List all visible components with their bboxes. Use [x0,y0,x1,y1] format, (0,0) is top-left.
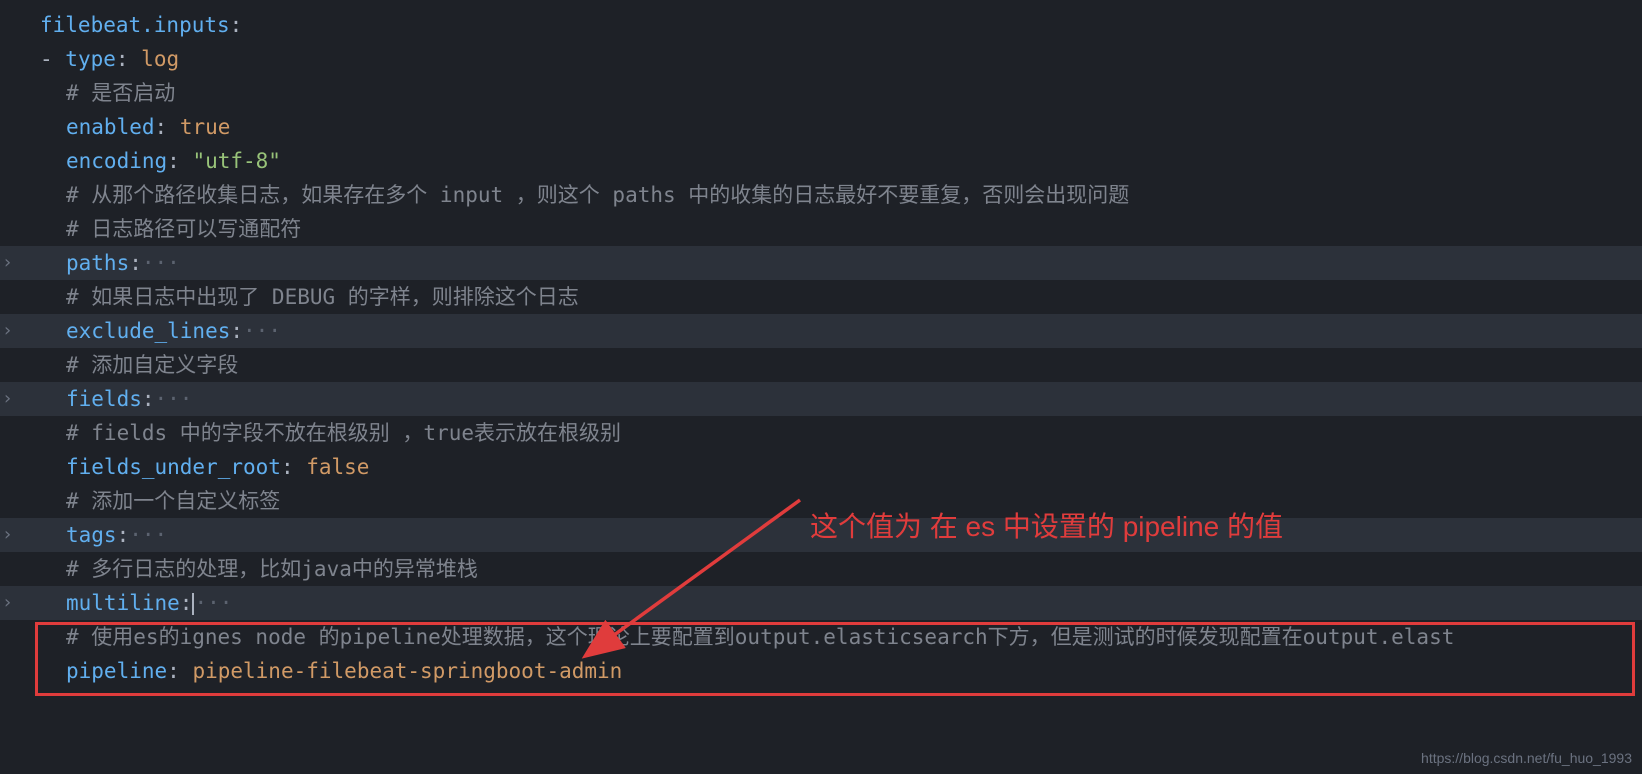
code-line: fields_under_root: false [0,450,1642,484]
code-line: # 添加一个自定义标签 [0,484,1642,518]
code-line: # 从那个路径收集日志，如果存在多个 input ，则这个 paths 中的收集… [0,178,1642,212]
chevron-right-icon[interactable]: › [2,382,13,416]
fold-ellipsis[interactable]: ··· [243,319,281,343]
chevron-right-icon[interactable]: › [2,314,13,348]
yaml-key: fields_under_root [66,455,281,479]
code-line: # 使用es的ignes node 的pipeline处理数据，这个理论上要配置… [0,620,1642,654]
yaml-comment: # 多行日志的处理，比如java中的异常堆栈 [66,557,478,581]
yaml-key: pipeline [66,659,167,683]
yaml-comment: # 使用es的ignes node 的pipeline处理数据，这个理论上要配置… [66,625,1454,649]
yaml-comment: # 添加自定义字段 [66,353,238,377]
fold-ellipsis[interactable]: ··· [194,591,232,615]
code-line-folded[interactable]: ›exclude_lines:··· [0,314,1642,348]
yaml-comment: # 添加一个自定义标签 [66,489,280,513]
yaml-key: filebeat.inputs [40,13,230,37]
yaml-string: "utf-8" [192,149,281,173]
yaml-key: enabled [66,115,155,139]
yaml-comment: # 如果日志中出现了 DEBUG 的字样，则排除这个日志 [66,285,579,309]
code-line-folded[interactable]: ›fields:··· [0,382,1642,416]
yaml-key: encoding [66,149,167,173]
fold-ellipsis[interactable]: ··· [129,523,167,547]
yaml-dash: - [40,47,65,71]
code-line-folded[interactable]: ›multiline:··· [0,586,1642,620]
yaml-key: paths [66,251,129,275]
yaml-key: exclude_lines [66,319,230,343]
code-line: # fields 中的字段不放在根级别 ，true表示放在根级别 [0,416,1642,450]
code-line: # 多行日志的处理，比如java中的异常堆栈 [0,552,1642,586]
yaml-value: true [180,115,231,139]
fold-ellipsis[interactable]: ··· [155,387,193,411]
yaml-comment: # 日志路径可以写通配符 [66,217,301,241]
code-line: filebeat.inputs: [0,8,1642,42]
code-line-folded[interactable]: ›paths:··· [0,246,1642,280]
yaml-value: log [141,47,179,71]
chevron-right-icon[interactable]: › [2,586,13,620]
code-line: - type: log [0,42,1642,76]
code-line: # 如果日志中出现了 DEBUG 的字样，则排除这个日志 [0,280,1642,314]
code-line: # 是否启动 [0,76,1642,110]
code-line: enabled: true [0,110,1642,144]
code-line: # 日志路径可以写通配符 [0,212,1642,246]
code-line: encoding: "utf-8" [0,144,1642,178]
chevron-right-icon[interactable]: › [2,246,13,280]
code-line-folded[interactable]: ›tags:··· [0,518,1642,552]
fold-ellipsis[interactable]: ··· [142,251,180,275]
chevron-right-icon[interactable]: › [2,518,13,552]
yaml-value: pipeline-filebeat-springboot-admin [192,659,622,683]
yaml-key: type [65,47,116,71]
yaml-key: tags [66,523,117,547]
code-line: # 添加自定义字段 [0,348,1642,382]
watermark-text: https://blog.csdn.net/fu_huo_1993 [1421,750,1632,766]
code-line: pipeline: pipeline-filebeat-springboot-a… [0,654,1642,688]
yaml-key: multiline [66,591,180,615]
yaml-comment: # 从那个路径收集日志，如果存在多个 input ，则这个 paths 中的收集… [66,183,1129,207]
yaml-comment: # fields 中的字段不放在根级别 ，true表示放在根级别 [66,421,621,445]
yaml-comment: # 是否启动 [66,81,175,105]
yaml-key: fields [66,387,142,411]
code-editor[interactable]: filebeat.inputs: - type: log # 是否启动 enab… [0,0,1642,696]
yaml-value: false [306,455,369,479]
